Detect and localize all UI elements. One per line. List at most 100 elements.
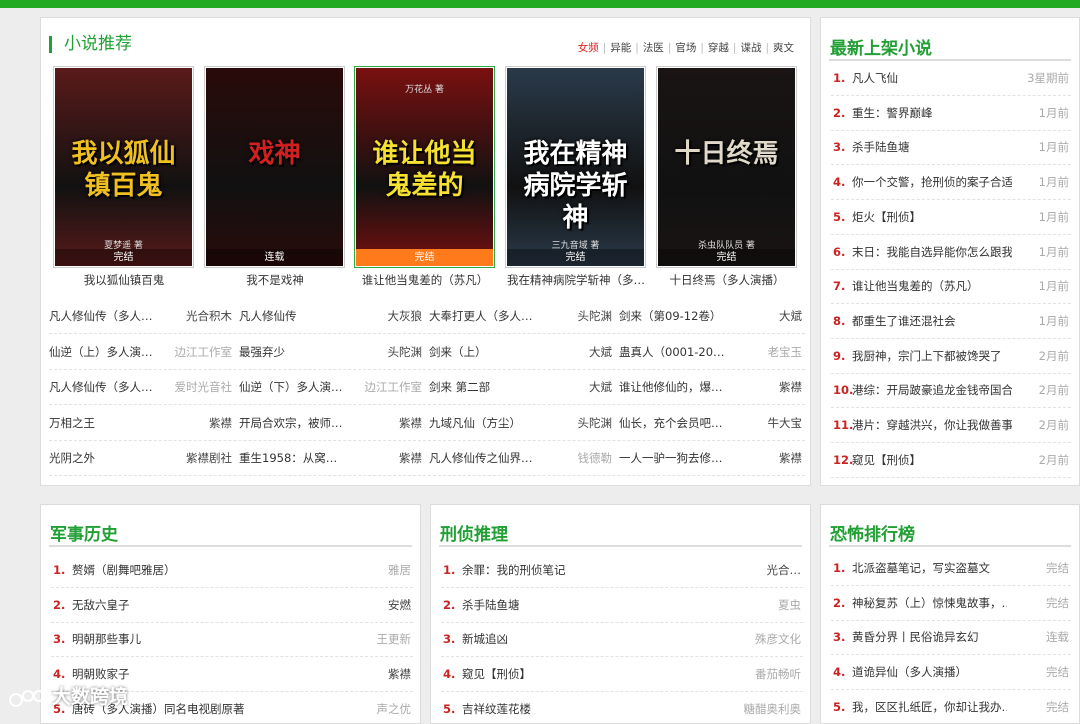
item-title[interactable]: 窥见【刑侦】 [852,443,1012,478]
tag-link[interactable]: 谍战 [740,42,761,54]
item-title[interactable]: 赘婿（剧舞吧雅居） [72,553,349,588]
book-author[interactable]: 大灰狼 [352,299,423,334]
list-item[interactable]: 3. 黄昏分界丨民俗诡异玄幻 连载 [831,620,1071,656]
item-title[interactable]: 凡人飞仙 [852,61,1012,96]
list-item[interactable]: 3. 新城追凶 殊彦文化 [441,622,803,658]
item-title[interactable]: 炬火【刑侦】 [852,200,1012,235]
book-title-link[interactable]: 万相之王 [49,406,161,441]
tag-link[interactable]: 异能 [610,42,631,54]
tag-link[interactable]: 法医 [643,42,664,54]
list-item[interactable]: 5. 我，区区扎纸匠，你却让我办… 完结 [831,690,1071,723]
list-item[interactable]: 2. 杀手陆鱼塘 夏虫 [441,588,803,623]
book-author[interactable]: 大斌 [732,299,802,334]
book-title-link[interactable]: 重生1958：从窝… [239,441,351,476]
item-title[interactable]: 窥见【刑侦】 [462,657,739,692]
list-item[interactable]: 5. 炬火【刑侦】 1月前 [831,200,1071,235]
book-title-link[interactable]: 凡人修仙传之仙界… [429,441,541,476]
book-author[interactable]: 大斌 [542,370,612,405]
book-author[interactable]: 光合积木 [162,299,232,334]
list-item[interactable]: 8. 都重生了谁还混社会 1月前 [831,304,1071,339]
cover-caption[interactable]: 我不是戏神 [200,272,350,288]
book-author[interactable]: 头陀渊 [542,299,613,334]
list-item[interactable]: 4. 道诡异仙（多人演播） 完结 [831,655,1071,691]
item-title[interactable]: 无敌六皇子 [72,588,349,623]
item-title[interactable]: 都重生了谁还混社会 [852,304,1012,339]
book-author[interactable]: 钱德勒 [542,441,613,476]
list-item[interactable]: 1. 赘婿（剧舞吧雅居） 雅居 [51,553,413,588]
tag-link[interactable]: 女频 [578,42,599,54]
item-title[interactable]: 神秘复苏（上）惊悚鬼故事，… [852,586,1007,621]
book-title-link[interactable]: 大奉打更人（多人… [429,299,541,334]
item-title[interactable]: 重生：警界巅峰 [852,96,1012,131]
book-title-link[interactable]: 剑来（上） [429,335,541,370]
item-title[interactable]: 黄昏分界丨民俗诡异玄幻 [852,620,1007,655]
cover-caption[interactable]: 谁让他当鬼差的（苏凡） [350,272,500,288]
book-title-link[interactable]: 凡人修仙传（多人… [49,370,161,405]
book-author[interactable]: 紫襟 [352,441,422,476]
book-title-link[interactable]: 仙逆（上）多人演… [49,335,161,370]
item-title[interactable]: 杀手陆鱼塘 [852,130,1012,165]
book-title-link[interactable]: 九域凡仙（方尘） [429,406,541,441]
book-cover[interactable]: 我以狐仙镇百鬼 夏梦遥 著完结 [53,66,194,268]
list-item[interactable]: 2. 无敌六皇子 安燃 [51,588,413,623]
list-item[interactable]: 4. 你一个交警，抢刑侦的案子合适吗 1月前 [831,165,1071,201]
book-title-link[interactable]: 谁让他修仙的，爆… [619,370,731,405]
book-author[interactable]: 头陀渊 [352,335,423,370]
book-title-link[interactable]: 仙长，充个会员吧… [619,406,731,441]
book-cover[interactable]: 戏神 连载 [204,66,345,268]
book-cover[interactable]: 十日终焉 杀虫队队员 著完结 [656,66,797,268]
book-title-link[interactable]: 仙逆（下）多人演… [239,370,351,405]
book-title-link[interactable]: 剑来 第二部 [429,370,541,405]
book-title-link[interactable]: 蛊真人（0001-20… [619,335,731,370]
book-author[interactable]: 边江工作室 [352,370,423,405]
list-item[interactable]: 4. 窥见【刑侦】 番茄畅听 [441,657,803,693]
cover-caption[interactable]: 我在精神病院学斩神（多… [501,272,651,288]
item-title[interactable]: 谁让他当鬼差的（苏凡） [852,269,1012,304]
item-title[interactable]: 我，区区扎纸匠，你却让我办… [852,690,1007,723]
book-cover[interactable]: 谁让他当鬼差的 万花丛 著完结 [354,66,495,268]
item-title[interactable]: 北派盗墓笔记，写实盗墓文 [852,551,1007,586]
book-author[interactable]: 爱时光音社 [162,370,233,405]
tag-link[interactable]: 官场 [675,42,696,54]
book-cover[interactable]: 我在精神病院学斩神 三九音域 著完结 [505,66,646,268]
book-author[interactable]: 紫襟 [352,406,422,441]
item-title[interactable]: 新城追凶 [462,622,739,657]
cover-caption[interactable]: 我以狐仙镇百鬼 [49,272,199,288]
book-author[interactable]: 边江工作室 [162,335,233,370]
book-author[interactable]: 紫襟 [162,406,232,441]
book-title-link[interactable]: 凡人修仙传（多人… [49,299,161,334]
cover-caption[interactable]: 十日终焉（多人演播） [652,272,802,288]
item-title[interactable]: 你一个交警，抢刑侦的案子合适吗 [852,165,1012,200]
list-item[interactable]: 5. 吉祥纹莲花楼 糖醋奥利奥 [441,692,803,723]
list-item[interactable]: 12. 窥见【刑侦】 2月前 [831,443,1071,478]
book-title-link[interactable]: 最强弃少 [239,335,351,370]
item-title[interactable]: 道诡异仙（多人演播） [852,655,1007,690]
list-item[interactable]: 2. 神秘复苏（上）惊悚鬼故事，… 完结 [831,586,1071,621]
book-author[interactable]: 头陀渊 [542,406,613,441]
item-title[interactable]: 吉祥纹莲花楼 [462,692,739,723]
item-title[interactable]: 末日：我能自选异能你怎么跟我玩 [852,235,1012,270]
book-author[interactable]: 大斌 [542,335,612,370]
list-item[interactable]: 9. 我厨神，宗门上下都被馋哭了 2月前 [831,339,1071,374]
book-title-link[interactable]: 光阴之外 [49,441,161,476]
list-item[interactable]: 7. 谁让他当鬼差的（苏凡） 1月前 [831,269,1071,305]
list-item[interactable]: 2. 重生：警界巅峰 1月前 [831,96,1071,131]
list-item[interactable]: 6. 末日：我能自选异能你怎么跟我玩 1月前 [831,235,1071,270]
tag-link[interactable]: 穿越 [708,42,729,54]
book-author[interactable]: 紫襟 [732,370,802,405]
list-item[interactable]: 3. 明朝那些事儿 王更新 [51,622,413,658]
item-title[interactable]: 港片：穿越洪兴，你让我做善事 [852,408,1012,443]
book-author[interactable]: 牛大宝 [732,406,803,441]
item-title[interactable]: 杀手陆鱼塘 [462,588,739,623]
book-title-link[interactable]: 一人一驴一狗去修… [619,441,731,476]
list-item[interactable]: 11. 港片：穿越洪兴，你让我做善事 2月前 [831,408,1071,443]
list-item[interactable]: 10. 港综：开局跛豪追龙金钱帝国合一 2月前 [831,373,1071,409]
list-item[interactable]: 1. 凡人飞仙 3星期前 [831,61,1071,96]
book-author[interactable]: 老宝玉 [732,335,803,370]
book-title-link[interactable]: 凡人修仙传 [239,299,351,334]
item-title[interactable]: 明朝那些事儿 [72,622,349,657]
item-title[interactable]: 余罪：我的刑侦笔记 [462,553,739,588]
list-item[interactable]: 1. 余罪：我的刑侦笔记 光合… [441,553,803,588]
book-author[interactable]: 紫襟剧社 [162,441,232,476]
list-item[interactable]: 3. 杀手陆鱼塘 1月前 [831,130,1071,166]
